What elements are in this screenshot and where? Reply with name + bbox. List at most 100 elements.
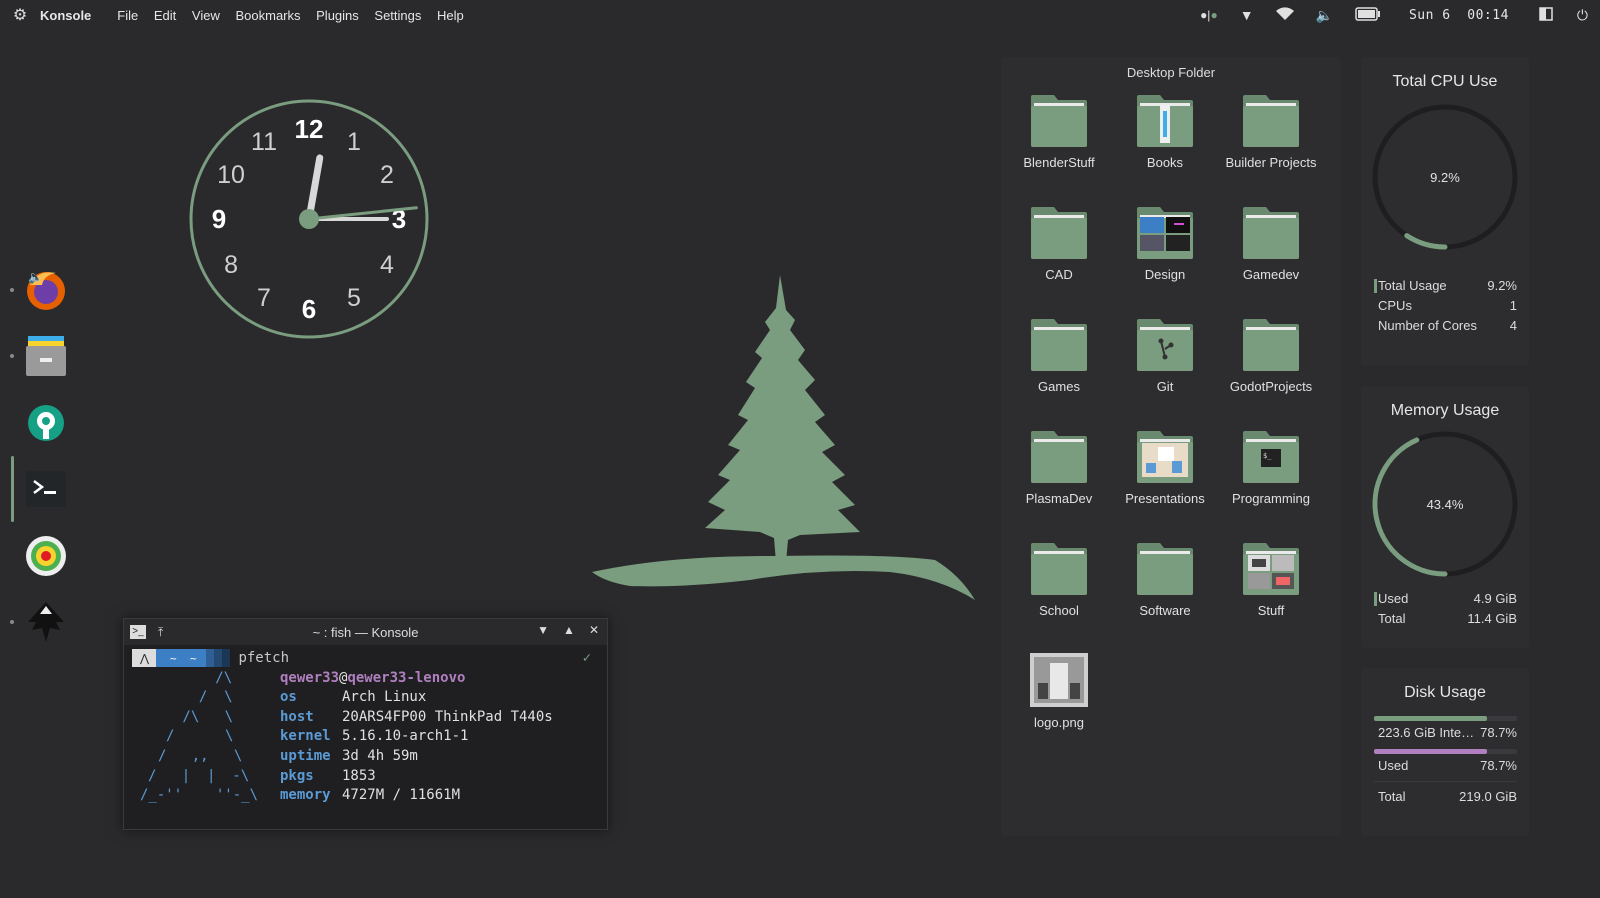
desktop-folder-widget: Desktop Folder BlenderStuff Books Builder … xyxy=(1001,57,1341,836)
show-desktop-icon[interactable] xyxy=(1539,6,1553,24)
global-menu: File Edit View Bookmarks Plugins Setting… xyxy=(117,8,475,23)
desktop-item[interactable]: Books xyxy=(1112,93,1218,171)
battery-icon[interactable] xyxy=(1355,6,1381,24)
keep-above-icon[interactable]: ⤒ xyxy=(158,625,163,640)
clock-number: 6 xyxy=(302,294,316,324)
pfetch-key: pkgs xyxy=(280,767,314,784)
clock-number: 9 xyxy=(212,204,226,234)
volume-icon[interactable]: 🔈 xyxy=(1316,7,1333,24)
desktop-item[interactable]: Games xyxy=(1006,317,1112,395)
desktop-item-label: Gamedev xyxy=(1242,267,1300,282)
desktop-item[interactable]: PlasmaDev xyxy=(1006,429,1112,507)
arch-logo-line: / \ xyxy=(182,689,233,706)
panel-clock[interactable]: Sun 6 00:14 xyxy=(1409,8,1509,23)
firefox-icon[interactable]: 🔈 xyxy=(22,265,70,313)
arch-logo-line: / | | -\ xyxy=(148,767,250,784)
folder-icon xyxy=(1243,207,1299,259)
arch-logo-line: / ,, \ xyxy=(158,747,243,764)
konsole-icon[interactable] xyxy=(22,465,70,513)
desktop-item[interactable]: Gamedev xyxy=(1218,205,1324,283)
kde-launcher-icon[interactable]: ⚙ xyxy=(0,5,40,25)
desktop-item[interactable]: $_ Programming xyxy=(1218,429,1324,507)
desktop-item[interactable]: Stuff xyxy=(1218,541,1324,619)
desktop-item-label: Builder Projects xyxy=(1225,155,1317,170)
desktop-item[interactable]: Software xyxy=(1112,541,1218,619)
pfetch-value: 3d 4h 59m xyxy=(342,747,418,764)
pfetch-value: 20ARS4FP00 ThinkPad T440s xyxy=(342,708,553,725)
cpu-row-cpus: CPUs 1 xyxy=(1378,298,1517,313)
wifi-icon[interactable] xyxy=(1275,6,1294,24)
desktop-item-label: logo.png xyxy=(1034,715,1084,730)
menu-plugins[interactable]: Plugins xyxy=(316,8,359,23)
menu-edit[interactable]: Edit xyxy=(154,8,176,23)
system-settings-icon[interactable] xyxy=(22,399,70,447)
desktop-item[interactable]: Builder Projects xyxy=(1218,93,1324,171)
konsole-window[interactable]: >_ ⤒ ~ : fish — Konsole ▼ ▲ ✕ ⋀ ~ ~ pfetch… xyxy=(123,618,608,830)
memory-widget-title: Memory Usage xyxy=(1390,402,1500,419)
pfetch-value: Arch Linux xyxy=(342,689,427,706)
pine-tree-wallpaper xyxy=(590,270,980,615)
inkscape-icon[interactable] xyxy=(22,598,70,646)
close-icon[interactable]: ✕ xyxy=(589,623,599,637)
active-app-name: Konsole xyxy=(40,7,92,23)
file-manager-icon[interactable] xyxy=(22,332,70,380)
clock-number: 12 xyxy=(295,114,324,144)
desktop-item[interactable]: Design xyxy=(1112,205,1218,283)
menu-bookmarks[interactable]: Bookmarks xyxy=(235,8,300,23)
folder-icon xyxy=(1031,319,1087,371)
menu-view[interactable]: View xyxy=(192,8,220,23)
menu-file[interactable]: File xyxy=(117,8,138,23)
prompt-path: ~ xyxy=(170,652,177,665)
konsole-titlebar[interactable]: >_ ⤒ ~ : fish — Konsole ▼ ▲ ✕ xyxy=(124,619,607,645)
konsole-app-icon[interactable]: >_ xyxy=(130,625,146,639)
folder-icon xyxy=(1031,543,1087,595)
menu-settings[interactable]: Settings xyxy=(374,8,421,23)
folder-icon xyxy=(1137,543,1193,595)
menu-help[interactable]: Help xyxy=(437,8,464,23)
analog-clock-widget[interactable]: 12 1 2 3 4 5 6 7 8 9 10 11 xyxy=(188,98,430,340)
terminal-output[interactable]: ⋀ ~ ~ pfetch ✓ /\ qewer33@qewer33-lenovo / \… xyxy=(124,645,607,810)
color-picker-icon[interactable]: ●|● xyxy=(1200,8,1218,22)
disk-usage-widget[interactable]: Disk Usage 223.6 GiB Inte… 78.7% Used 78.7… xyxy=(1361,668,1529,836)
desktop-item[interactable]: School xyxy=(1006,541,1112,619)
memory-usage-widget[interactable]: Memory Usage 43.4% Used 4.9 GiB Total 11.4… xyxy=(1361,386,1529,648)
clock-number: 7 xyxy=(257,284,271,312)
desktop-item-label: BlenderStuff xyxy=(1023,155,1095,170)
minimize-icon[interactable]: ▼ xyxy=(537,623,549,637)
folder-git-icon xyxy=(1137,319,1193,371)
maximize-icon[interactable]: ▲ xyxy=(563,623,575,637)
folder-icon xyxy=(1031,207,1087,259)
tray-expand-icon[interactable]: ▼ xyxy=(1240,7,1254,23)
cpu-row-total: Total Usage 9.2% xyxy=(1361,276,1529,296)
power-icon[interactable]: ⏻ xyxy=(1577,7,1588,24)
desktop-item-label: Software xyxy=(1139,603,1191,618)
folder-books-icon xyxy=(1137,95,1193,147)
target-app-icon[interactable] xyxy=(22,532,70,580)
desktop-item[interactable]: Presentations xyxy=(1112,429,1218,507)
desktop-item[interactable]: logo.png xyxy=(1006,653,1112,731)
prompt-path-home: ~ xyxy=(190,652,197,665)
desktop-item[interactable]: BlenderStuff xyxy=(1006,93,1112,171)
divider xyxy=(1374,781,1517,782)
clock-number: 10 xyxy=(217,161,245,189)
cpu-row-cores: Number of Cores 4 xyxy=(1378,318,1517,333)
pfetch-host: qewer33-lenovo xyxy=(347,669,466,686)
clock-number: 1 xyxy=(347,128,361,156)
folder-design-icon xyxy=(1137,207,1193,259)
clock-number: 11 xyxy=(251,128,277,156)
cpu-percent-label: 9.2% xyxy=(1430,170,1460,185)
disk-row-used: Used 78.7% xyxy=(1378,758,1517,773)
clock-center xyxy=(299,209,319,229)
desktop-item[interactable]: CAD xyxy=(1006,205,1112,283)
clock-number: 8 xyxy=(224,251,238,279)
desktop-item[interactable]: GodotProjects xyxy=(1218,317,1324,395)
desktop-item[interactable]: Git xyxy=(1112,317,1218,395)
system-tray: ●|● ▼ 🔈 Sun 6 00:14 ⏻ xyxy=(1178,0,1600,30)
desktop-item-label: Programming xyxy=(1231,491,1311,506)
arch-logo-line: /\ xyxy=(190,669,233,686)
cpu-usage-widget[interactable]: Total CPU Use 9.2% Total Usage 9.2% CPUs 1… xyxy=(1361,57,1529,366)
desktop-item-label: Presentations xyxy=(1125,491,1205,506)
pfetch-key: os xyxy=(280,689,297,706)
arch-logo-line: /_-'' ''-_\ xyxy=(140,787,259,804)
arch-logo-line: / \ xyxy=(166,728,234,745)
